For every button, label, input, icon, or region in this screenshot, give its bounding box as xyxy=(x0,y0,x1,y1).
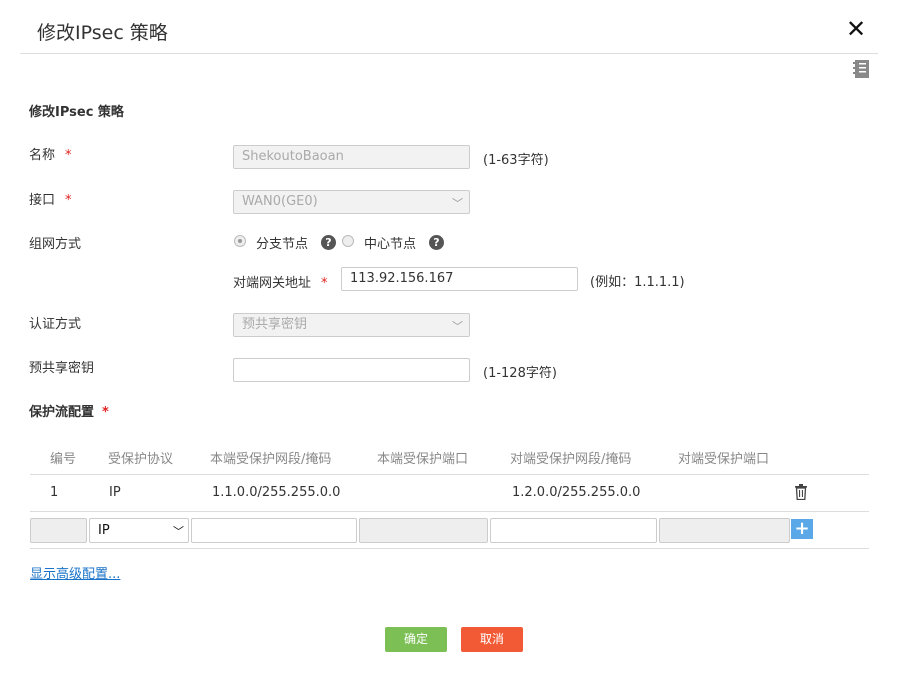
row-local-net: 1.1.0.0/255.255.0.0 xyxy=(212,485,341,500)
mode-center-radio[interactable] xyxy=(342,235,354,247)
column-header: 本端受保护网段/掩码 xyxy=(210,452,332,467)
trash-icon[interactable] xyxy=(794,484,808,500)
add-icon[interactable]: + xyxy=(791,519,813,539)
new-remote-net-input[interactable] xyxy=(490,518,657,543)
auth-select[interactable]: 预共享密钥 ﹀ xyxy=(233,313,470,337)
new-id-input xyxy=(30,518,87,543)
column-header: 对端受保护端口 xyxy=(678,452,770,467)
table-divider xyxy=(30,474,869,475)
name-hint: (1-63字符) xyxy=(483,153,549,168)
advanced-config-link[interactable]: 显示高级配置... xyxy=(30,563,120,582)
psk-hint: (1-128字符) xyxy=(483,366,557,381)
column-header: 受保护协议 xyxy=(108,452,174,467)
mode-branch-radio[interactable] xyxy=(234,235,246,247)
column-header: 编号 xyxy=(50,452,77,467)
name-input[interactable]: ShekoutoBaoan xyxy=(233,145,470,169)
psk-label: 预共享密钥 xyxy=(29,361,95,376)
close-icon[interactable]: ✕ xyxy=(846,17,866,41)
column-header: 对端受保护网段/掩码 xyxy=(510,452,632,467)
new-local-port-input xyxy=(359,518,488,543)
dialog-title: 修改IPsec 策略 xyxy=(37,22,168,44)
document-icon[interactable] xyxy=(851,59,871,79)
chevron-down-icon: ﹀ xyxy=(173,525,184,538)
table-divider xyxy=(30,511,869,512)
help-icon[interactable]: ? xyxy=(429,235,444,250)
mode-label: 组网方式 xyxy=(29,237,82,252)
peer-address-input[interactable]: 113.92.156.167 xyxy=(341,267,578,291)
cancel-button[interactable]: 取消 xyxy=(461,627,523,652)
row-remote-net: 1.2.0.0/255.255.0.0 xyxy=(512,485,641,500)
interface-select[interactable]: WAN0(GE0) ﹀ xyxy=(233,190,470,214)
mode-center-label: 中心节点 xyxy=(364,237,417,252)
interface-label: 接口 * xyxy=(29,193,72,208)
title-divider xyxy=(20,53,878,54)
new-local-net-input[interactable] xyxy=(191,518,357,543)
psk-input[interactable] xyxy=(233,358,470,382)
section-title: 修改IPsec 策略 xyxy=(29,105,124,120)
table-divider xyxy=(30,548,869,549)
help-icon[interactable]: ? xyxy=(321,235,336,250)
chevron-down-icon: ﹀ xyxy=(452,197,463,210)
new-protocol-select[interactable]: IP ﹀ xyxy=(89,518,189,543)
peer-label: 对端网关地址 * xyxy=(233,276,328,291)
flow-title: 保护流配置 * xyxy=(29,405,109,420)
chevron-down-icon: ﹀ xyxy=(452,320,463,333)
auth-label: 认证方式 xyxy=(29,317,82,332)
ok-button[interactable]: 确定 xyxy=(385,627,447,652)
new-remote-port-input xyxy=(659,518,790,543)
mode-branch-label: 分支节点 xyxy=(256,237,309,252)
name-label: 名称 * xyxy=(29,148,72,163)
row-protocol: IP xyxy=(109,485,121,500)
row-id: 1 xyxy=(50,485,59,500)
column-header: 本端受保护端口 xyxy=(377,452,469,467)
peer-hint: (例如：1.1.1.1) xyxy=(590,275,685,290)
